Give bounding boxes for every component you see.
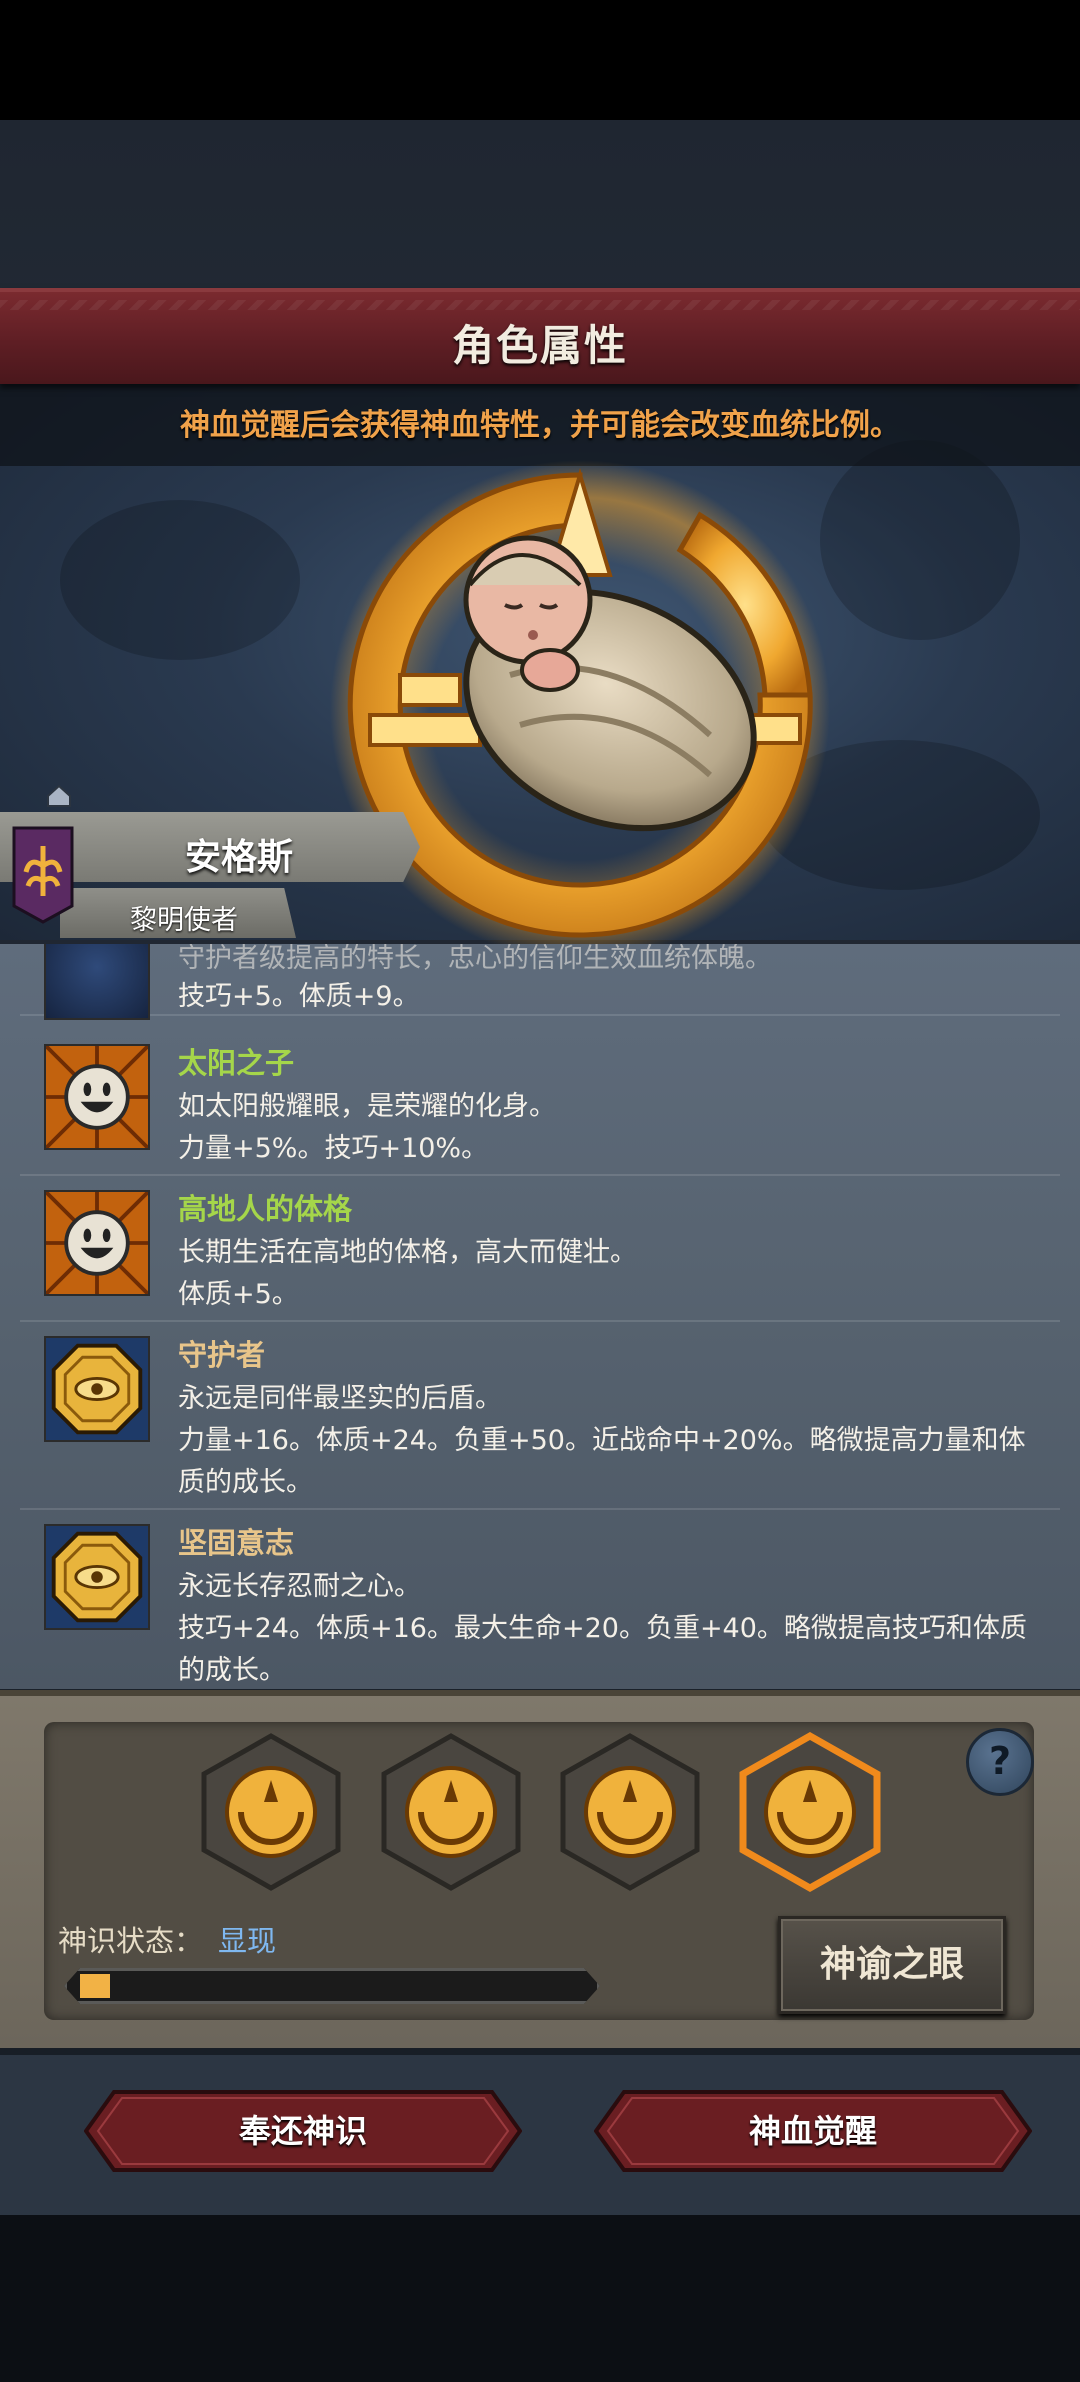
trait-effect: 力量+16。体质+24。负重+50。近战命中+20%。略微提高力量和体: [178, 1425, 1026, 1456]
character-name: 安格斯: [185, 837, 294, 878]
trait-desc: 守护者级提高的特长，忠心的信仰生效血统体魄。: [178, 944, 772, 974]
trait-name: 太阳之子: [178, 1046, 295, 1080]
gold-octagon-eye-icon: [44, 1336, 150, 1442]
help-button[interactable]: ?: [966, 1728, 1034, 1796]
family-crest-icon[interactable]: [12, 826, 74, 924]
divine-sense-progress-bar: [64, 1968, 600, 2004]
smiley-sun-icon: [44, 1190, 150, 1296]
blood-awaken-button[interactable]: 神血觉醒: [594, 2090, 1032, 2172]
character-title: 黎明使者: [130, 905, 238, 936]
return-divine-sense-button[interactable]: 奉还神识: [84, 2090, 522, 2172]
divine-slot-4-active[interactable]: [735, 1732, 885, 1892]
status-bar-area: [0, 0, 1080, 120]
list-item: 守护者级提高的特长，忠心的信仰生效血统体魄。 技巧+5。体质+9。: [20, 944, 1060, 1020]
list-item: 高地人的体格 长期生活在高地的体格，高大而健壮。 体质+5。: [20, 1176, 1060, 1322]
list-item: 太阳之子 如太阳般耀眼，是荣耀的化身。 力量+5%。技巧+10%。: [20, 1030, 1060, 1176]
page-title: 角色属性: [451, 321, 628, 370]
bottom-bar-area: [0, 2215, 1080, 2382]
trait-name: 高地人的体格: [178, 1192, 353, 1226]
trait-desc: 长期生活在高地的体格，高大而健壮。: [178, 1237, 637, 1268]
trait-list[interactable]: 守护者级提高的特长，忠心的信仰生效血统体魄。 技巧+5。体质+9。 太阳之子 如…: [0, 944, 1080, 1689]
trait-effect: 技巧+5。体质+9。: [178, 981, 420, 1012]
gold-octagon-eye-icon: [44, 1524, 150, 1630]
wolf-icon: [44, 944, 150, 1020]
trait-effect: 质的成长。: [178, 1467, 313, 1498]
divine-slot-1[interactable]: [196, 1732, 346, 1892]
trait-effect: 体质+5。: [178, 1279, 299, 1310]
oracle-eye-button[interactable]: 神谕之眼: [778, 1916, 1006, 2014]
title-banner: 角色属性: [0, 288, 1080, 384]
divine-slot-2[interactable]: [376, 1732, 526, 1892]
divine-sense-state-value: 显现: [218, 1924, 277, 1958]
awaken-button-label: 神血觉醒: [748, 2112, 877, 2150]
trait-desc: 如太阳般耀眼，是荣耀的化身。: [178, 1091, 556, 1122]
trait-name: 坚固意志: [178, 1526, 295, 1560]
divine-sense-state-label: 神识状态：: [58, 1924, 204, 1958]
smiley-sun-icon: [44, 1044, 150, 1150]
awakening-description: 神血觉醒后会获得神血特性，并可能会改变血统比例。: [180, 408, 900, 443]
trait-effect: 技巧+24。体质+16。最大生命+20。负重+40。略微提高技巧和体质: [178, 1613, 1027, 1644]
trait-desc: 永远长存忍耐之心。: [178, 1571, 421, 1602]
divine-slot-3[interactable]: [555, 1732, 705, 1892]
trait-effect: 的成长。: [178, 1655, 286, 1686]
divine-sense-progress-fill: [80, 1974, 110, 1998]
trait-desc: 永远是同伴最坚实的后盾。: [178, 1383, 502, 1414]
return-button-label: 奉还神识: [238, 2112, 367, 2150]
trait-effect: 力量+5%。技巧+10%。: [178, 1133, 489, 1164]
list-item: 坚固意志 永远长存忍耐之心。 技巧+24。体质+16。最大生命+20。负重+40…: [20, 1510, 1060, 1689]
list-item: 守护者 永远是同伴最坚实的后盾。 力量+16。体质+24。负重+50。近战命中+…: [20, 1322, 1060, 1510]
trait-name: 守护者: [178, 1338, 266, 1372]
house-icon: [47, 784, 71, 807]
